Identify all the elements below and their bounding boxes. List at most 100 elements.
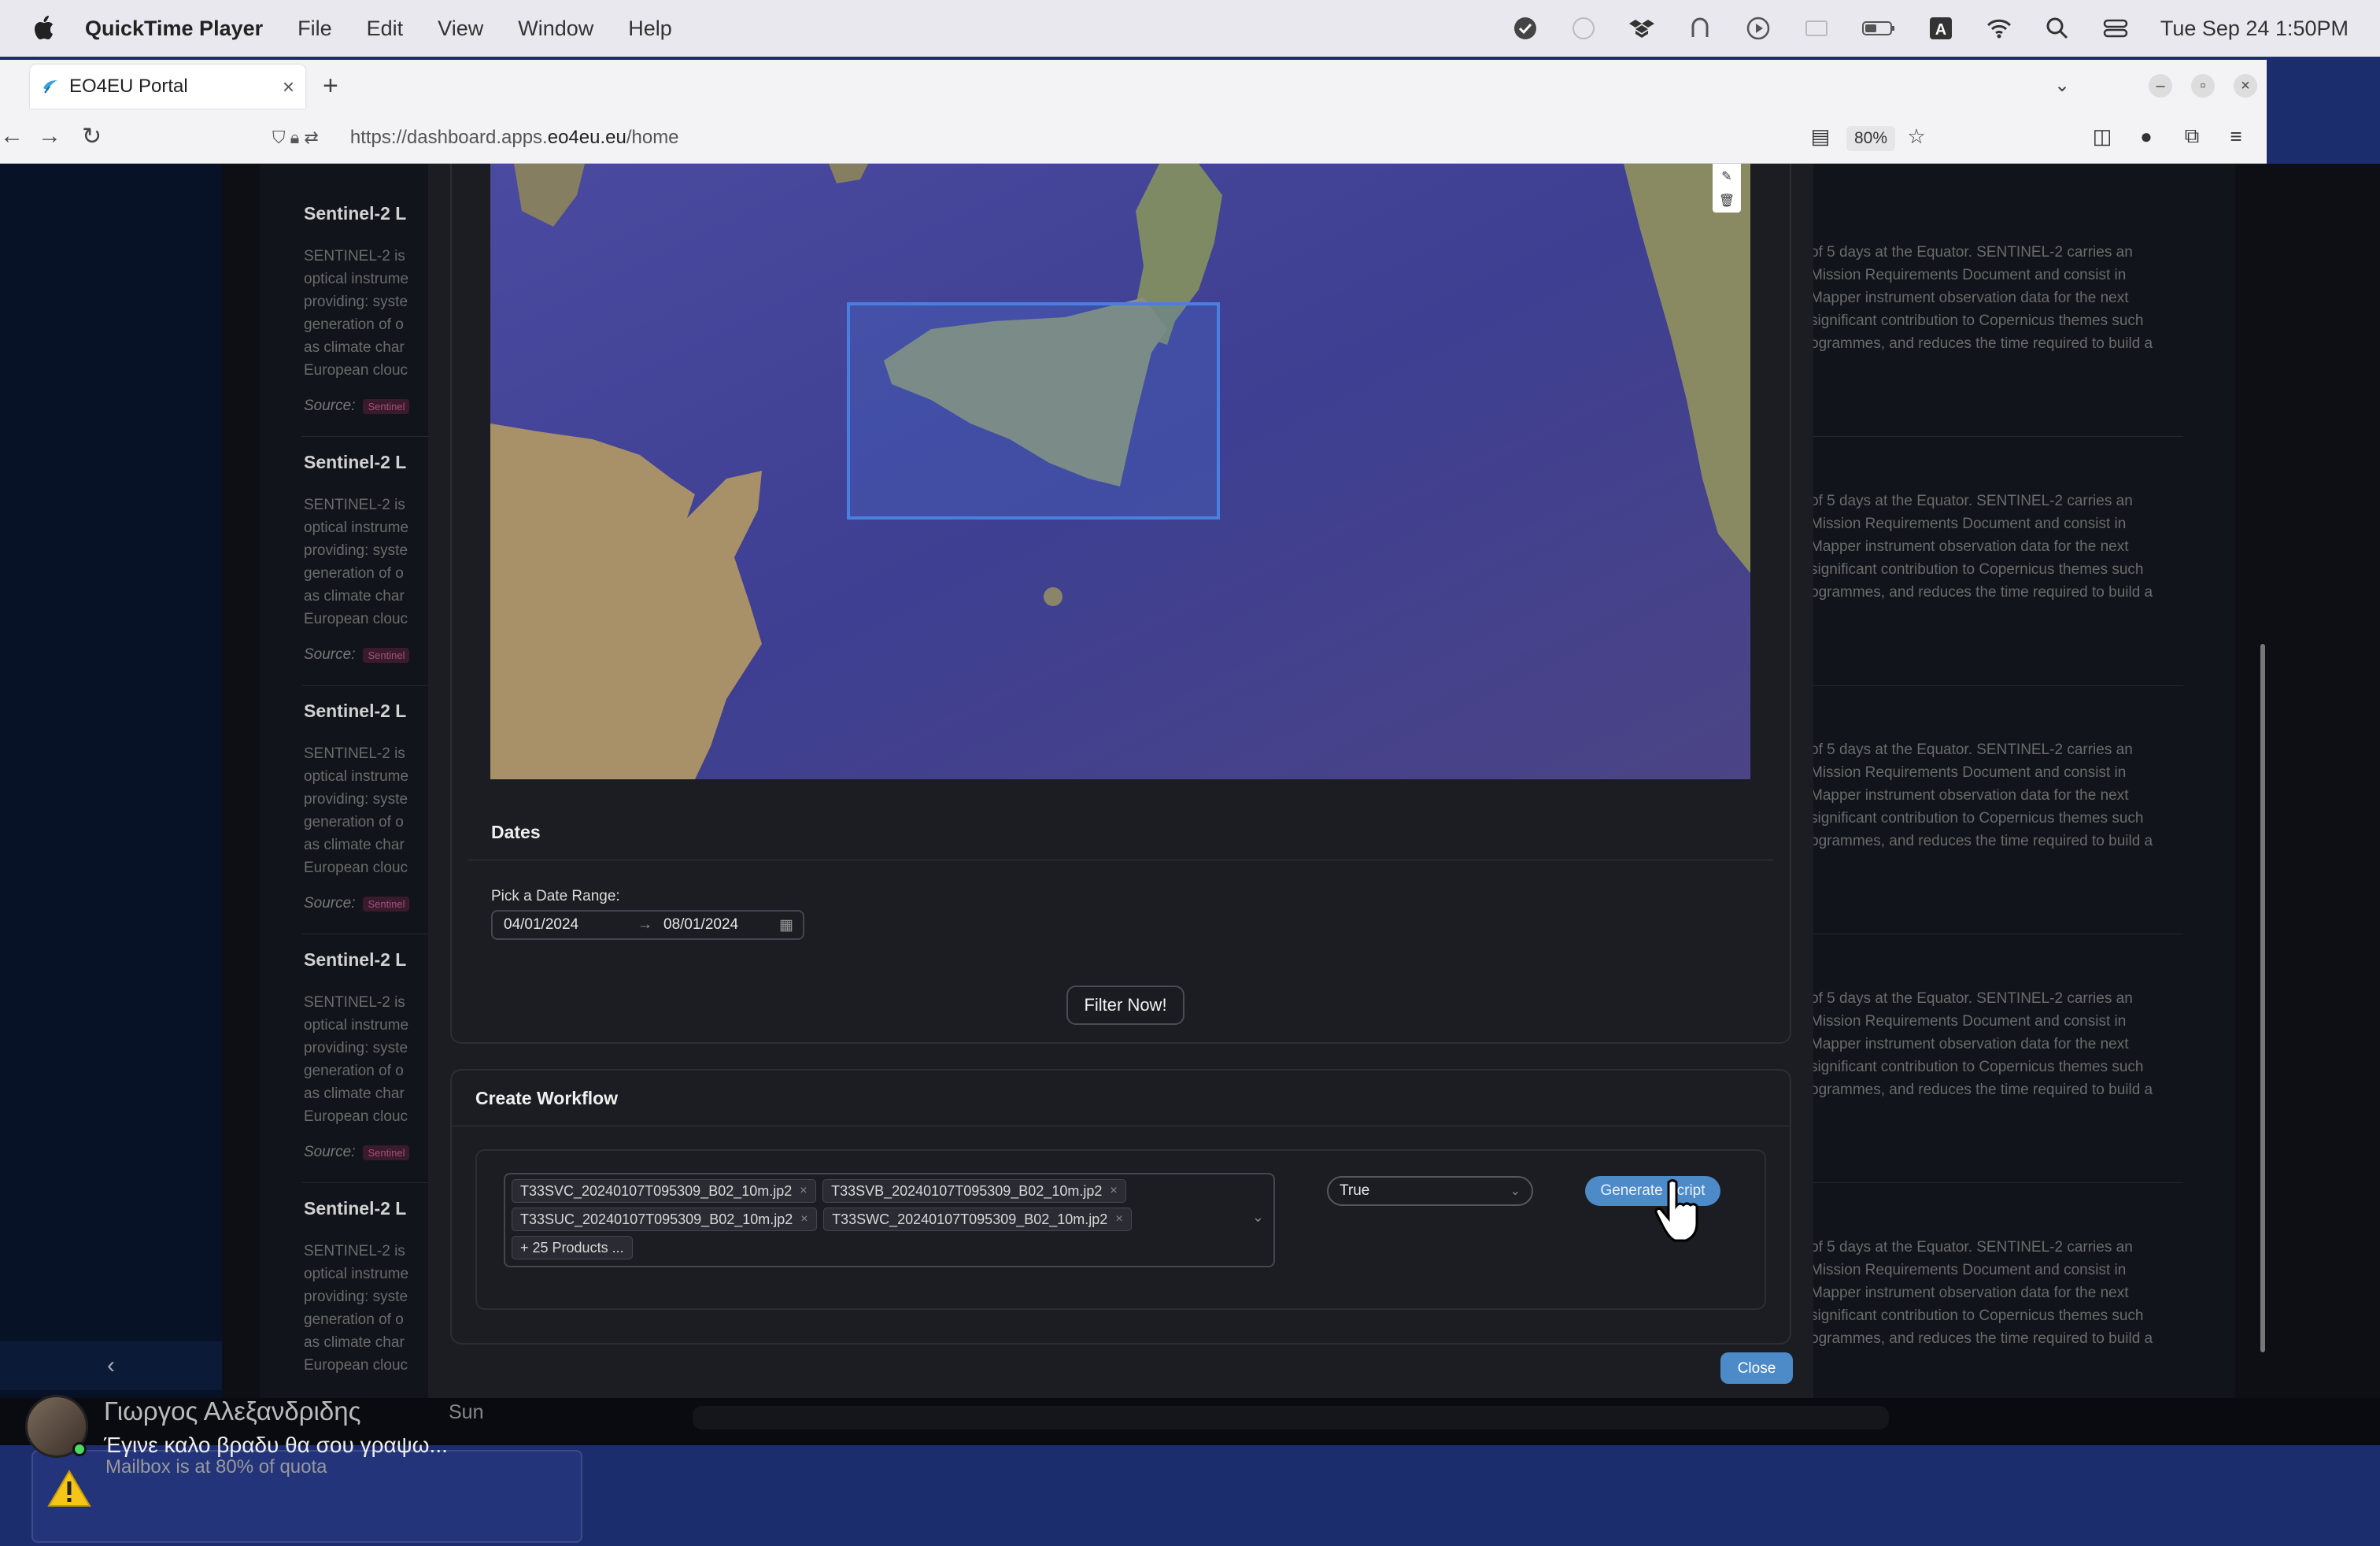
- dropbox-icon[interactable]: [1628, 15, 1655, 42]
- map-area-selector[interactable]: ✎ 🗑︎: [490, 164, 1750, 779]
- hand-cursor-icon: [1654, 1179, 1698, 1242]
- source-tag[interactable]: Sentinel: [363, 399, 410, 414]
- area-selection-rectangle[interactable]: [847, 302, 1220, 520]
- tab-title: EO4EU Portal: [69, 76, 188, 97]
- edit-shape-icon[interactable]: ✎: [1721, 168, 1731, 184]
- list-all-tabs-icon[interactable]: ⌄: [2054, 74, 2070, 97]
- svg-text:A: A: [1935, 21, 1946, 39]
- control-center-icon[interactable]: [2102, 15, 2129, 42]
- menu-help[interactable]: Help: [628, 17, 672, 41]
- warning-icon: [47, 1470, 91, 1507]
- sidebar-collapse-button[interactable]: ‹: [0, 1341, 222, 1390]
- card-description-right: of 5 days at the Equator. SENTINEL-2 car…: [1810, 244, 2153, 352]
- menu-bar-clock[interactable]: Tue Sep 24 1:50PM: [2160, 17, 2349, 41]
- option-select-value: True: [1340, 1182, 1370, 1199]
- input-source-icon[interactable]: A: [1927, 15, 1954, 42]
- url-text: https://dashboard.apps.eo4eu.eu/home: [349, 127, 679, 148]
- tab-eo4eu-portal[interactable]: EO4EU Portal ×: [30, 65, 305, 109]
- wifi-icon[interactable]: [1986, 15, 2012, 42]
- product-chip[interactable]: T33SWC_20240107T095309_B02_10m.jp2 ×: [823, 1208, 1132, 1231]
- apple-icon[interactable]: [31, 15, 63, 42]
- background-search-bar: [693, 1406, 1889, 1429]
- chevron-down-icon[interactable]: ⌄: [1252, 1209, 1264, 1226]
- source-tag[interactable]: Sentinel: [363, 1145, 410, 1160]
- message-preview[interactable]: Έγινε καλο βραδυ θα σου γραψω...: [104, 1433, 448, 1458]
- card-description-right: of 5 days at the Equator. SENTINEL-2 car…: [1810, 990, 2153, 1098]
- more-products-chip[interactable]: + 25 Products ...: [512, 1236, 633, 1259]
- workflow-title: Create Workflow: [475, 1088, 619, 1108]
- message-sender: Γιωργος Αλεξανδριδης: [104, 1396, 361, 1426]
- menu-window[interactable]: Window: [518, 17, 593, 41]
- site-info-icon[interactable]: ⛉ 🔒︎ ⇄: [272, 128, 319, 148]
- product-chip[interactable]: T33SVC_20240107T095309_B02_10m.jp2 ×: [512, 1179, 816, 1203]
- navigation-toolbar: ← → ↻ ⛉ 🔒︎ ⇄ https://dashboard.apps.eo4e…: [0, 112, 2267, 164]
- arrow-right-icon: →: [638, 916, 652, 933]
- menu-file[interactable]: File: [298, 17, 332, 41]
- checkmark-app-icon[interactable]: [1512, 15, 1539, 42]
- satellite-map[interactable]: [490, 164, 1750, 779]
- restore-window-icon[interactable]: ▫: [2191, 74, 2215, 98]
- left-sidebar: ‹: [0, 164, 222, 1398]
- chevron-down-icon: ⌄: [1510, 1185, 1521, 1198]
- trash-icon[interactable]: 🗑︎: [1719, 193, 1735, 209]
- remove-chip-icon[interactable]: ×: [800, 1184, 807, 1198]
- vpn-icon[interactable]: [1687, 15, 1713, 42]
- end-date-input[interactable]: 08/01/2024: [663, 916, 738, 934]
- source-tag[interactable]: Sentinel: [363, 897, 410, 912]
- notification-area: Mailbox is at 80% of quota Γιωργος Αλεξα…: [0, 1385, 582, 1543]
- menu-view[interactable]: View: [438, 17, 483, 41]
- card-description-right: of 5 days at the Equator. SENTINEL-2 car…: [1810, 493, 2153, 601]
- shield-app-icon[interactable]: [1570, 15, 1597, 42]
- calendar-icon[interactable]: ▦: [779, 916, 793, 934]
- date-range-picker[interactable]: 04/01/2024 → 08/01/2024 ▦: [491, 910, 804, 940]
- account-icon[interactable]: ●: [2134, 124, 2158, 148]
- card-description-right: of 5 days at the Equator. SENTINEL-2 car…: [1810, 742, 2153, 849]
- remove-chip-icon[interactable]: ×: [800, 1212, 808, 1226]
- card-description-right: of 5 days at the Equator. SENTINEL-2 car…: [1810, 1239, 2153, 1347]
- url-bar[interactable]: ⛉ 🔒︎ ⇄ https://dashboard.apps.eo4eu.eu/h…: [260, 118, 1936, 157]
- reload-icon[interactable]: ↻: [82, 123, 102, 150]
- extensions-icon[interactable]: ⧉: [2180, 124, 2204, 148]
- start-date-input[interactable]: 04/01/2024: [504, 916, 622, 934]
- message-time: Sun: [449, 1401, 484, 1423]
- portal-page: ‹ Sentinel-2 L SENTINEL-2 is optical inst…: [0, 164, 2380, 1398]
- bookmark-star-icon[interactable]: ☆: [1905, 124, 1928, 148]
- page-scrollbar[interactable]: [2260, 644, 2265, 1352]
- browser-window: EO4EU Portal × + ⌄ – ▫ × ← → ↻ ⛉ 🔒︎ ⇄ ht…: [0, 60, 2267, 164]
- online-status-dot: [72, 1442, 87, 1456]
- source-tag[interactable]: Sentinel: [363, 648, 410, 663]
- product-chip[interactable]: T33SVB_20240107T095309_B02_10m.jp2 ×: [822, 1179, 1126, 1203]
- minimize-window-icon[interactable]: –: [2149, 74, 2172, 98]
- spotlight-search-icon[interactable]: [2044, 15, 2071, 42]
- back-icon[interactable]: ←: [0, 123, 24, 150]
- battery-icon[interactable]: [1861, 15, 1896, 42]
- reader-view-icon[interactable]: ▤: [1809, 124, 1832, 148]
- mailbox-quota-text: Mailbox is at 80% of quota: [105, 1456, 327, 1478]
- remove-chip-icon[interactable]: ×: [1110, 1184, 1117, 1198]
- tab-close-icon[interactable]: ×: [283, 75, 294, 99]
- close-button[interactable]: Close: [1720, 1352, 1793, 1384]
- app-name[interactable]: QuickTime Player: [85, 17, 263, 41]
- date-range-label: Pick a Date Range:: [491, 888, 620, 904]
- zoom-level[interactable]: 80%: [1846, 126, 1896, 151]
- close-window-icon[interactable]: ×: [2234, 74, 2257, 98]
- search-modal: ✎ 🗑︎ Dates Pick a Date Range: 04/01/2024…: [428, 164, 1813, 1398]
- eo4eu-favicon-icon: [43, 80, 57, 94]
- forward-icon[interactable]: →: [38, 123, 61, 150]
- filter-now-button[interactable]: Filter Now!: [1066, 986, 1184, 1025]
- remove-chip-icon[interactable]: ×: [1115, 1212, 1122, 1226]
- play-circle-icon[interactable]: [1745, 15, 1772, 42]
- tab-strip: EO4EU Portal × + ⌄ – ▫ ×: [0, 60, 2267, 112]
- option-select[interactable]: True ⌄: [1327, 1176, 1533, 1206]
- macos-menu-bar: QuickTime Player File Edit View Window H…: [0, 0, 2380, 57]
- new-tab-icon[interactable]: +: [323, 71, 338, 102]
- product-multiselect[interactable]: T33SVC_20240107T095309_B02_10m.jp2 × T33S…: [504, 1173, 1275, 1267]
- menu-edit[interactable]: Edit: [367, 17, 404, 41]
- chevron-left-icon: ‹: [107, 1352, 115, 1378]
- product-chip[interactable]: T33SUC_20240107T095309_B02_10m.jp2 ×: [512, 1208, 817, 1231]
- pocket-icon[interactable]: ◫: [2090, 124, 2114, 148]
- screen-mirror-icon[interactable]: [1803, 15, 1830, 42]
- app-menu-icon[interactable]: ≡: [2224, 124, 2248, 148]
- mailbox-quota-notification[interactable]: Mailbox is at 80% of quota: [31, 1450, 582, 1543]
- dates-section-title: Dates: [491, 822, 541, 842]
